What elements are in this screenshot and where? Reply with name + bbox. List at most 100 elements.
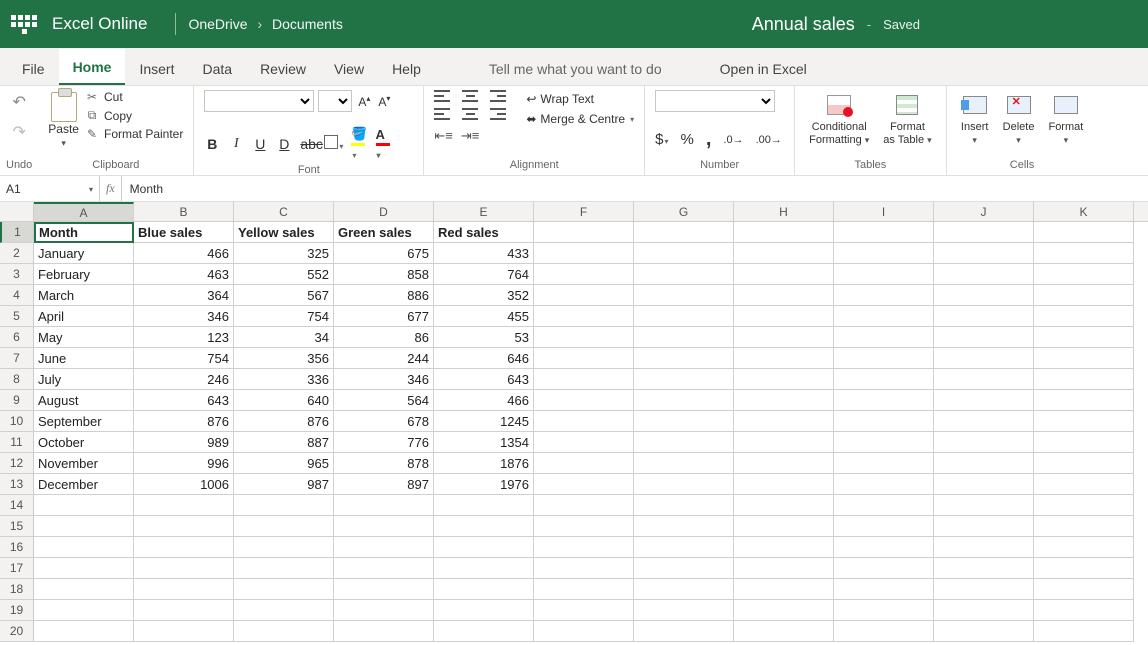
- tab-insert[interactable]: Insert: [125, 51, 188, 85]
- align-left-button[interactable]: [434, 108, 450, 120]
- tab-home[interactable]: Home: [59, 49, 126, 85]
- cell[interactable]: 123: [134, 327, 234, 348]
- cell[interactable]: [434, 516, 534, 537]
- cell[interactable]: [534, 411, 634, 432]
- cell[interactable]: [734, 558, 834, 579]
- cell[interactable]: 858: [334, 264, 434, 285]
- double-underline-button[interactable]: D: [276, 136, 292, 152]
- cell[interactable]: [1034, 390, 1134, 411]
- cell[interactable]: [834, 495, 934, 516]
- tab-help[interactable]: Help: [378, 51, 435, 85]
- cell[interactable]: Green sales: [334, 222, 434, 243]
- column-header[interactable]: D: [334, 202, 434, 221]
- cell[interactable]: [634, 411, 734, 432]
- font-size-select[interactable]: [318, 90, 352, 112]
- cell[interactable]: [634, 390, 734, 411]
- cell[interactable]: [734, 369, 834, 390]
- cell[interactable]: [834, 474, 934, 495]
- cell[interactable]: [934, 453, 1034, 474]
- cell[interactable]: June: [34, 348, 134, 369]
- cell[interactable]: [534, 243, 634, 264]
- cell[interactable]: [1034, 495, 1134, 516]
- cell[interactable]: [734, 327, 834, 348]
- cell[interactable]: [634, 432, 734, 453]
- cell[interactable]: [834, 558, 934, 579]
- cell[interactable]: [134, 516, 234, 537]
- cell[interactable]: [634, 621, 734, 642]
- undo-icon[interactable]: ↶: [12, 92, 25, 112]
- formula-input[interactable]: Month: [122, 176, 1148, 201]
- row-header[interactable]: 11: [0, 432, 34, 453]
- format-as-table-button[interactable]: Format as Table ▾: [879, 90, 935, 147]
- cell[interactable]: [1034, 369, 1134, 390]
- cell[interactable]: [634, 453, 734, 474]
- cell[interactable]: [734, 537, 834, 558]
- cell[interactable]: [134, 558, 234, 579]
- row-header[interactable]: 1: [0, 222, 34, 243]
- fill-color-button[interactable]: 🪣▾: [351, 126, 367, 161]
- cell[interactable]: [934, 264, 1034, 285]
- cell[interactable]: [734, 285, 834, 306]
- row-header[interactable]: 9: [0, 390, 34, 411]
- cell[interactable]: [534, 579, 634, 600]
- cell[interactable]: [534, 306, 634, 327]
- cell[interactable]: [734, 453, 834, 474]
- cell[interactable]: [734, 390, 834, 411]
- merge-center-button[interactable]: ⬌Merge & Centre▾: [526, 112, 634, 126]
- cell[interactable]: 876: [134, 411, 234, 432]
- cell[interactable]: [934, 621, 1034, 642]
- cell[interactable]: March: [34, 285, 134, 306]
- cell[interactable]: [634, 285, 734, 306]
- cell[interactable]: [134, 495, 234, 516]
- cell[interactable]: [234, 579, 334, 600]
- align-center-button[interactable]: [462, 108, 478, 120]
- cell[interactable]: September: [34, 411, 134, 432]
- row-header[interactable]: 16: [0, 537, 34, 558]
- decrease-decimal-button[interactable]: .00→: [756, 134, 782, 146]
- cell[interactable]: [534, 348, 634, 369]
- tab-data[interactable]: Data: [188, 51, 246, 85]
- paste-button[interactable]: Paste ▾: [48, 90, 79, 149]
- align-middle-button[interactable]: [462, 90, 478, 102]
- cell[interactable]: [834, 264, 934, 285]
- cell[interactable]: [1034, 579, 1134, 600]
- cell[interactable]: [734, 306, 834, 327]
- cell[interactable]: [534, 537, 634, 558]
- cell[interactable]: 86: [334, 327, 434, 348]
- cell[interactable]: [1034, 243, 1134, 264]
- cell[interactable]: 246: [134, 369, 234, 390]
- cell[interactable]: Month: [34, 222, 134, 243]
- cell[interactable]: 466: [434, 390, 534, 411]
- breadcrumb-part[interactable]: Documents: [272, 16, 343, 32]
- cell[interactable]: [334, 621, 434, 642]
- borders-button[interactable]: ▾: [324, 135, 343, 152]
- cell[interactable]: 1006: [134, 474, 234, 495]
- cell[interactable]: 336: [234, 369, 334, 390]
- cell[interactable]: January: [34, 243, 134, 264]
- number-format-select[interactable]: [655, 90, 775, 112]
- cell[interactable]: [1034, 516, 1134, 537]
- cell[interactable]: [1034, 348, 1134, 369]
- cell[interactable]: [334, 537, 434, 558]
- cell[interactable]: [534, 621, 634, 642]
- cell[interactable]: Yellow sales: [234, 222, 334, 243]
- cell[interactable]: 640: [234, 390, 334, 411]
- align-right-button[interactable]: [490, 108, 506, 120]
- cell[interactable]: [334, 516, 434, 537]
- cell[interactable]: 887: [234, 432, 334, 453]
- cell[interactable]: [334, 600, 434, 621]
- cell[interactable]: [334, 579, 434, 600]
- cell[interactable]: [734, 600, 834, 621]
- column-header[interactable]: F: [534, 202, 634, 221]
- cell[interactable]: 675: [334, 243, 434, 264]
- cell[interactable]: [834, 516, 934, 537]
- cell[interactable]: 346: [134, 306, 234, 327]
- cell[interactable]: [334, 558, 434, 579]
- column-header[interactable]: B: [134, 202, 234, 221]
- cell[interactable]: [534, 474, 634, 495]
- cell[interactable]: [934, 474, 1034, 495]
- cell[interactable]: [1034, 537, 1134, 558]
- cell[interactable]: [934, 285, 1034, 306]
- cell[interactable]: 996: [134, 453, 234, 474]
- breadcrumb-part[interactable]: OneDrive: [188, 16, 247, 32]
